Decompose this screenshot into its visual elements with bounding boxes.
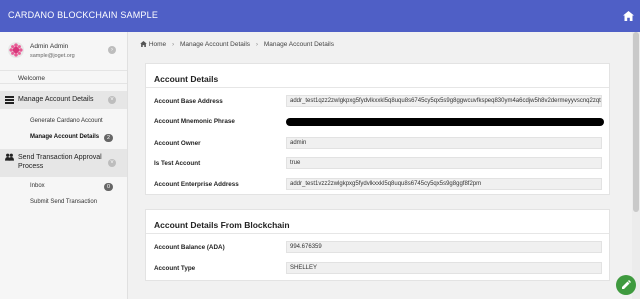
divider	[146, 87, 609, 88]
list-icon	[5, 96, 14, 104]
section-title: Account Details	[154, 74, 219, 84]
blockchain-details-card: Account Details From Blockchain Account …	[145, 209, 610, 281]
sidebar-item-label: Welcome	[18, 75, 45, 82]
sidebar-group-label: Send Transaction Approval Process	[18, 154, 102, 170]
user-menu-toggle-icon[interactable]: ›	[108, 46, 116, 54]
sidebar-group-send-transaction[interactable]: Send Transaction Approval Process ˅	[0, 149, 127, 177]
chevron-down-icon: ˅	[108, 159, 116, 167]
section-title: Account Details From Blockchain	[154, 220, 290, 230]
breadcrumb-home[interactable]: Home	[149, 41, 166, 48]
pencil-icon	[622, 280, 631, 289]
divider	[146, 233, 609, 234]
account-details-card: Account Details Account Base Address add…	[145, 63, 610, 195]
account-owner-value: admin	[286, 137, 602, 149]
scrollbar[interactable]	[632, 32, 640, 299]
avatar	[8, 42, 24, 58]
count-badge: 2	[104, 134, 113, 142]
app-title: CARDANO BLOCKCHAIN SAMPLE	[8, 10, 159, 20]
redacted-mnemonic-phrase	[286, 118, 604, 126]
sidebar-item-generate-cardano-account[interactable]: Generate Cardano Account	[30, 118, 103, 124]
breadcrumb-current: Manage Account Details	[263, 41, 334, 48]
sidebar-item-manage-account-details[interactable]: Manage Account Details	[30, 134, 99, 140]
sidebar-item-submit-send-transaction[interactable]: Submit Send Transaction	[30, 199, 97, 205]
account-type-value: SHELLEY	[286, 262, 602, 274]
field-label: Account Owner	[154, 140, 201, 147]
account-balance-value: 994.676359	[286, 241, 602, 253]
account-base-address-value: addr_test1qzz2zwlgkpxg5fydvlkxxkl5q8uqu8…	[286, 95, 602, 107]
account-enterprise-address-value: addr_test1vzz2zwlgkpxg5fydvlkxxkl5q8uqu8…	[286, 178, 602, 190]
field-label: Account Enterprise Address	[154, 181, 239, 188]
count-badge: 0	[104, 183, 113, 191]
breadcrumb-separator: ›	[171, 41, 175, 48]
app-header: CARDANO BLOCKCHAIN SAMPLE	[0, 0, 640, 32]
sidebar-item-welcome[interactable]: Welcome	[0, 70, 127, 84]
sidebar-group-manage-account-details[interactable]: Manage Account Details ˅	[0, 91, 127, 109]
edit-fab-button[interactable]	[616, 275, 636, 295]
user-profile[interactable]: Admin Admin sample@joget.org ›	[0, 32, 128, 68]
field-label: Account Balance (ADA)	[154, 244, 225, 251]
users-icon	[5, 153, 14, 161]
scrollbar-thumb[interactable]	[633, 32, 639, 212]
field-label: Account Mnemonic Phrase	[154, 118, 235, 125]
field-label: Account Base Address	[154, 98, 223, 105]
sidebar: Admin Admin sample@joget.org › Welcome M…	[0, 32, 128, 299]
breadcrumb-separator: ›	[255, 41, 259, 48]
chevron-down-icon: ˅	[108, 96, 116, 104]
is-test-account-value: true	[286, 157, 602, 169]
home-icon	[140, 41, 147, 47]
field-label: Account Type	[154, 265, 196, 272]
field-label: Is Test Account	[154, 160, 201, 167]
user-name: Admin Admin	[30, 43, 69, 50]
breadcrumb-item[interactable]: Manage Account Details	[180, 41, 250, 48]
sidebar-group-label: Manage Account Details	[18, 96, 94, 103]
home-button[interactable]	[616, 0, 640, 32]
breadcrumb: Home › Manage Account Details › Manage A…	[140, 41, 334, 48]
user-email: sample@joget.org	[30, 53, 75, 59]
home-icon	[622, 11, 634, 21]
sidebar-item-inbox[interactable]: Inbox	[30, 183, 45, 189]
